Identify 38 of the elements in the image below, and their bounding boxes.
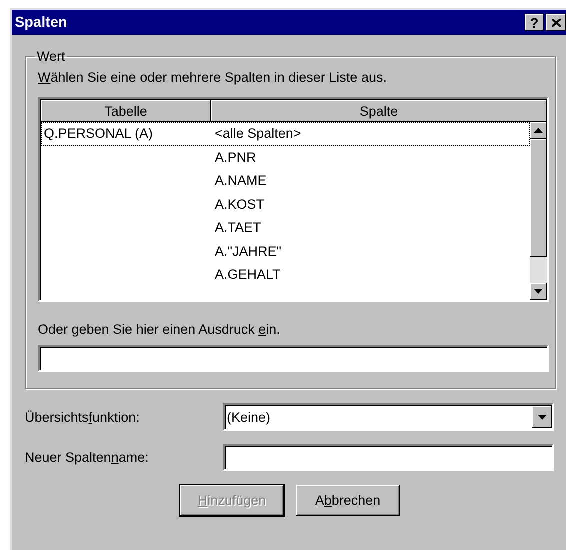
list-row[interactable]: A.GEHALT — [41, 263, 530, 286]
list-row[interactable]: A.NAME — [41, 169, 530, 192]
list-row[interactable]: A."JAHRE" — [41, 240, 530, 263]
list-label: Wählen Sie eine oder mehrere Spalten in dieser Liste aus. — [38, 70, 388, 85]
list-row[interactable]: A.KOST — [41, 192, 530, 216]
scroll-thumb[interactable] — [530, 139, 547, 257]
scroll-down-button[interactable] — [530, 283, 547, 300]
name-label: Neuer Spaltenname: — [25, 450, 150, 465]
list-row[interactable]: Q.PERSONAL (A) <alle Spalten> — [41, 122, 530, 146]
column-cell: A.GEHALT — [215, 267, 281, 282]
group-title: Wert — [37, 49, 66, 64]
dropdown-button[interactable] — [532, 406, 552, 428]
window-title: Spalten — [15, 14, 68, 30]
list-row[interactable]: A.TAET — [41, 216, 530, 240]
cancel-button[interactable]: Abbrechen — [296, 485, 400, 516]
scroll-up-button[interactable] — [530, 122, 547, 139]
column-header[interactable]: Tabelle — [41, 100, 211, 122]
scrollbar[interactable] — [530, 122, 547, 300]
column-cell: A.NAME — [215, 173, 267, 188]
summary-dropdown[interactable]: (Keine) — [223, 403, 554, 431]
expression-field[interactable] — [38, 345, 549, 372]
column-cell: A.TAET — [215, 220, 262, 236]
close-button[interactable] — [546, 14, 566, 31]
column-cell: A."JAHRE" — [215, 244, 282, 259]
summary-label: Übersichtsfunktion: — [25, 410, 141, 424]
help-button[interactable]: ? — [525, 14, 544, 31]
column-header[interactable]: Spalte — [211, 100, 547, 122]
down-arrow-icon — [534, 289, 543, 294]
column-cell: <alle Spalten> — [215, 126, 302, 142]
expression-label: Oder geben Sie hier einen Ausdruck ein. — [38, 322, 282, 337]
list-row[interactable]: A.PNR — [41, 146, 530, 169]
name-field[interactable] — [223, 444, 554, 471]
table-cell: Q.PERSONAL (A) — [44, 126, 154, 142]
column-cell: A.PNR — [215, 150, 256, 165]
up-arrow-icon — [534, 128, 543, 133]
down-arrow-icon — [538, 414, 546, 420]
column-cell: A.KOST — [215, 196, 265, 212]
close-icon — [552, 18, 560, 26]
